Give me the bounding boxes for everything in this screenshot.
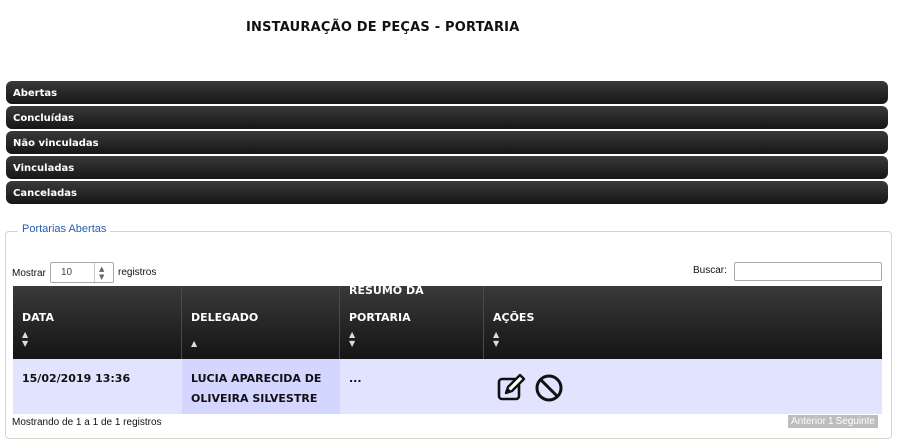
cell-delegado-line1: LUCIA APARECIDA DE — [191, 372, 322, 385]
bar-abertas[interactable]: Abertas — [6, 81, 888, 104]
cell-data: 15/02/2019 13:36 — [13, 359, 182, 414]
portarias-panel: Portarias Abertas Mostrar 10 ▲ ▼ registr… — [5, 223, 892, 439]
cell-delegado-line2: OLIVEIRA SILVESTRE — [191, 392, 318, 405]
col-header-data-label: DATA — [22, 311, 54, 324]
page-title: INSTAURAÇÃO DE PEÇAS - PORTARIA — [246, 20, 520, 35]
cancel-icon[interactable] — [534, 373, 564, 403]
spinner-down-icon[interactable]: ▼ — [99, 274, 104, 281]
page-length-spinner[interactable]: ▲ ▼ — [94, 263, 113, 282]
panel-legend: Portarias Abertas — [18, 223, 111, 235]
sort-asc-icon: ▲ — [191, 339, 198, 348]
pagination-page-button[interactable]: 1 — [828, 416, 834, 427]
sort-both-icon: ▲ ▼ — [349, 330, 356, 348]
cell-acoes — [484, 359, 882, 414]
search-input[interactable] — [734, 262, 882, 281]
table-info: Mostrando de 1 a 1 de 1 registros — [12, 417, 162, 428]
bar-nao-vinculadas[interactable]: Não vinculadas — [6, 131, 888, 154]
col-header-delegado[interactable]: DELEGADO ▲ — [182, 286, 340, 359]
sort-both-icon: ▲ ▼ — [493, 330, 500, 348]
page-length-value: 10 — [61, 267, 73, 278]
edit-icon[interactable] — [496, 373, 526, 403]
pagination-prev-button[interactable]: Anterior — [791, 416, 826, 427]
search-label: Buscar: — [693, 265, 727, 276]
pagination-next-button[interactable]: Seguinte — [836, 416, 875, 427]
spinner-up-icon[interactable]: ▲ — [99, 266, 104, 273]
cell-resumo-value: ... — [349, 372, 362, 385]
col-header-resumo-label: RESUMO DA PORTARIA — [349, 277, 424, 331]
length-label-before: Mostrar — [12, 268, 46, 279]
col-header-resumo[interactable]: RESUMO DA PORTARIA ▲ ▼ — [340, 284, 484, 359]
page-length-select[interactable]: 10 ▲ ▼ — [50, 262, 114, 283]
col-header-delegado-label: DELEGADO — [191, 311, 259, 324]
col-header-resumo-line1: RESUMO DA — [349, 284, 424, 297]
bar-concluidas[interactable]: Concluídas — [6, 106, 888, 129]
col-header-acoes-label: AÇÕES — [493, 311, 535, 324]
pagination: Anterior 1 Seguinte — [787, 415, 878, 428]
col-header-resumo-line2: PORTARIA — [349, 311, 411, 324]
cell-delegado-value: LUCIA APARECIDA DE OLIVEIRA SILVESTRE — [191, 369, 321, 409]
table-row: 15/02/2019 13:36 LUCIA APARECIDA DE OLIV… — [13, 359, 882, 414]
bar-vinculadas[interactable]: Vinculadas — [6, 156, 888, 179]
col-header-data[interactable]: DATA ▲ ▼ — [13, 286, 182, 359]
cell-resumo: ... — [340, 359, 484, 414]
cell-data-value: 15/02/2019 13:36 — [22, 372, 131, 385]
length-label-after: registros — [118, 267, 157, 278]
cell-delegado: LUCIA APARECIDA DE OLIVEIRA SILVESTRE — [182, 359, 340, 414]
table-header: DATA ▲ ▼ DELEGADO ▲ RESUMO DA PORTARIA ▲ ▼… — [13, 284, 882, 359]
col-header-acoes[interactable]: AÇÕES ▲ ▼ — [484, 286, 882, 359]
sort-both-icon: ▲ ▼ — [22, 330, 29, 348]
bar-canceladas[interactable]: Canceladas — [6, 181, 888, 204]
accordion-menu: Abertas Concluídas Não vinculadas Vincul… — [6, 81, 888, 206]
